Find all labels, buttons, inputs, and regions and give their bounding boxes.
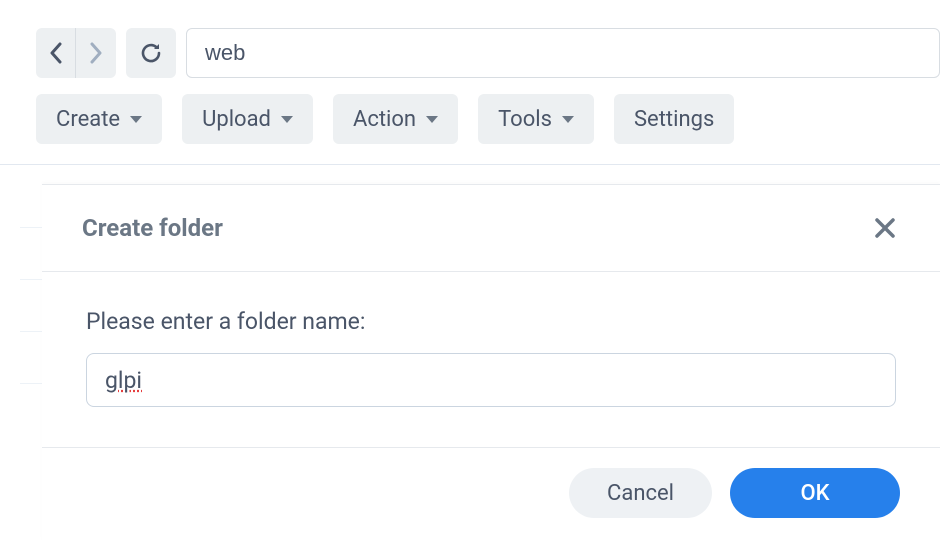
action-button-label: Action: [353, 107, 416, 132]
chevron-right-icon: [89, 42, 103, 64]
modal-body: Please enter a folder name: glpi: [42, 272, 940, 448]
caret-down-icon: [281, 116, 293, 123]
settings-button[interactable]: Settings: [614, 94, 734, 144]
create-folder-modal: Create folder Please enter a folder name…: [42, 184, 940, 542]
settings-button-label: Settings: [634, 107, 714, 132]
top-toolbar-area: Create Upload Action Tools Settings: [0, 0, 940, 144]
tools-button-label: Tools: [498, 107, 552, 132]
modal-title: Create folder: [82, 214, 223, 242]
file-list-area: [0, 164, 940, 171]
modal-footer: Cancel OK: [42, 448, 940, 542]
toolbar-row: Create Upload Action Tools Settings: [36, 94, 940, 144]
reload-icon: [139, 41, 163, 65]
forward-button[interactable]: [76, 28, 116, 78]
chevron-left-icon: [49, 42, 63, 64]
close-button[interactable]: [870, 213, 900, 243]
close-icon: [874, 217, 896, 239]
action-button[interactable]: Action: [333, 94, 458, 144]
navigation-row: [36, 28, 940, 78]
modal-header: Create folder: [42, 185, 940, 272]
caret-down-icon: [562, 116, 574, 123]
nav-history-group: [36, 28, 116, 78]
create-button-label: Create: [56, 107, 120, 132]
caret-down-icon: [426, 116, 438, 123]
tools-button[interactable]: Tools: [478, 94, 594, 144]
folder-name-label: Please enter a folder name:: [86, 308, 896, 335]
folder-name-input[interactable]: glpi: [86, 353, 896, 407]
create-button[interactable]: Create: [36, 94, 162, 144]
reload-button[interactable]: [126, 28, 176, 78]
cancel-button-label: Cancel: [607, 481, 674, 506]
upload-button-label: Upload: [202, 107, 271, 132]
cancel-button[interactable]: Cancel: [569, 468, 712, 518]
folder-name-value: glpi: [105, 367, 142, 394]
upload-button[interactable]: Upload: [182, 94, 313, 144]
caret-down-icon: [130, 116, 142, 123]
path-input[interactable]: [186, 28, 940, 78]
back-button[interactable]: [36, 28, 76, 78]
ok-button-label: OK: [800, 481, 829, 506]
ok-button[interactable]: OK: [730, 468, 900, 518]
